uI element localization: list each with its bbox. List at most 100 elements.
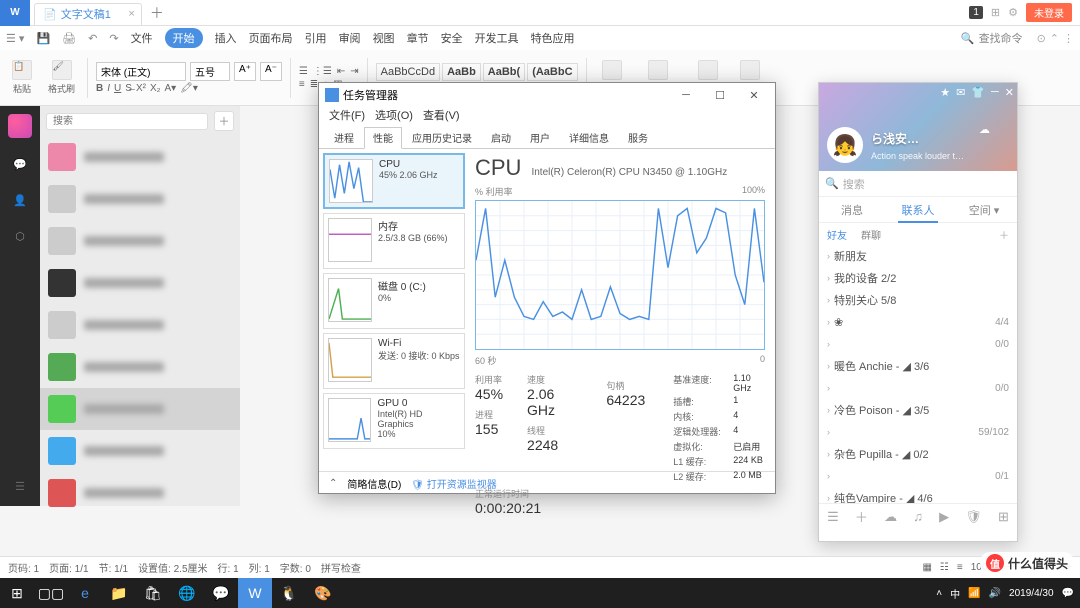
numbering-icon[interactable]: ⋮☰ <box>313 66 332 77</box>
highlight-icon[interactable]: 🖍▾ <box>180 83 198 94</box>
collapse-icon[interactable]: ⌃ <box>1050 32 1059 45</box>
dock-cube-icon[interactable]: ⬡ <box>10 226 30 246</box>
more-icon[interactable]: ⋮ <box>1063 32 1074 45</box>
italic-icon[interactable]: I <box>107 83 110 94</box>
help-icon[interactable]: ⊙ <box>1037 32 1046 45</box>
dock-contacts-icon[interactable]: 👤 <box>10 190 30 210</box>
qq-min-icon[interactable]: ─ <box>991 86 999 99</box>
qat-save-icon[interactable]: 💾 <box>36 32 50 45</box>
tm-side-内存[interactable]: 内存2.5/3.8 GB (66%) <box>323 213 465 269</box>
bold-icon[interactable]: B <box>96 83 103 94</box>
align-left-icon[interactable]: ≡ <box>299 79 305 90</box>
resource-monitor-link[interactable]: 🛡 打开资源监视器 <box>411 476 496 491</box>
status-section[interactable]: 节: 1/1 <box>99 560 128 575</box>
qq-nickname[interactable]: ら浅安… <box>871 130 919 147</box>
task-view-icon[interactable]: ▢▢ <box>34 578 68 608</box>
style-preview-1[interactable]: AaBb <box>442 63 481 81</box>
chat-search-input[interactable] <box>46 113 208 130</box>
menu-10[interactable]: 特色应用 <box>531 30 575 46</box>
qq-group[interactable]: ›纯色Vampire - ◢ 4/6 <box>819 487 1017 503</box>
qq-close-icon[interactable]: ✕ <box>1005 86 1014 99</box>
status-pos[interactable]: 设置值: 2.5厘米 <box>138 560 207 575</box>
add-tab-button[interactable]: ＋ <box>150 3 164 23</box>
view-outline-icon[interactable]: ≡ <box>957 562 963 573</box>
store-icon[interactable]: 🛍 <box>136 578 170 608</box>
notif-badge[interactable]: 1 <box>969 6 983 19</box>
menu-5[interactable]: 审阅 <box>339 30 361 46</box>
chat-item[interactable] <box>40 346 240 388</box>
qq-menu-icon[interactable]: ☰ <box>827 509 839 525</box>
indent-dec-icon[interactable]: ⇤ <box>337 66 345 77</box>
super-icon[interactable]: X² <box>136 83 146 94</box>
qq-add-icon[interactable]: ＋ <box>855 507 868 526</box>
menu-7[interactable]: 章节 <box>407 30 429 46</box>
chat-item[interactable] <box>40 178 240 220</box>
grow-font-icon[interactable]: A⁺ <box>234 62 256 81</box>
menu-dropdown-icon[interactable]: ☰ ▾ <box>6 32 24 45</box>
qq-group[interactable]: ›杂色 Pupilla - ◢ 0/2 <box>819 443 1017 465</box>
qq-tab-1[interactable]: 联系人 <box>885 197 951 222</box>
tray-up-icon[interactable]: ˄ <box>936 588 942 599</box>
dock-app-icon[interactable] <box>8 114 32 138</box>
tm-side-CPU[interactable]: CPU45% 2.06 GHz <box>323 153 465 209</box>
menu-2[interactable]: 插入 <box>215 30 237 46</box>
menu-0[interactable]: 文件 <box>131 30 153 46</box>
dock-menu-icon[interactable]: ☰ <box>10 476 30 496</box>
qq-group[interactable]: ›特别关心 5/8 <box>819 289 1017 311</box>
qq-mail-icon[interactable]: ✉ <box>956 86 965 99</box>
qq-group[interactable]: ›0/0 <box>819 377 1017 399</box>
qq-zone-icon[interactable]: ★ <box>940 86 950 99</box>
tm-side-Wi-Fi[interactable]: Wi-Fi发送: 0 接收: 0 Kbps <box>323 333 465 389</box>
qq-avatar[interactable]: 👧 <box>827 127 863 163</box>
qq-tab-0[interactable]: 消息 <box>819 197 885 222</box>
tm-tab-2[interactable]: 应用历史记录 <box>403 127 481 148</box>
weather-icon[interactable]: ☁ <box>979 123 1009 153</box>
font-color-icon[interactable]: A▾ <box>165 83 177 94</box>
tm-menu-1[interactable]: 选项(O) <box>371 107 417 127</box>
qq-group[interactable]: ›我的设备 2/2 <box>819 267 1017 289</box>
minimize-button[interactable]: ─ <box>671 85 701 105</box>
start-button[interactable]: ⊞ <box>0 578 34 608</box>
menu-6[interactable]: 视图 <box>373 30 395 46</box>
qq-app-icon[interactable]: ⊞ <box>998 509 1009 525</box>
tm-tab-3[interactable]: 启动 <box>482 127 520 148</box>
qq-taskbar-icon[interactable]: 🐧 <box>272 578 306 608</box>
close-tab-icon[interactable]: × <box>128 8 134 20</box>
font-size-select[interactable]: 五号 <box>190 62 230 81</box>
document-tab[interactable]: 📄 文字文稿1 × <box>34 3 142 25</box>
qat-undo-icon[interactable]: ↶ <box>88 32 97 45</box>
ime-icon[interactable]: 中 <box>950 586 960 601</box>
qq-add-group[interactable]: ＋ <box>999 227 1009 245</box>
status-chars[interactable]: 字数: 0 <box>280 560 311 575</box>
login-button[interactable]: 未登录 <box>1026 3 1072 22</box>
wechat-icon[interactable]: 💬 <box>204 578 238 608</box>
qq-sub-0[interactable]: 好友 <box>827 227 847 245</box>
view-print-icon[interactable]: ▦ <box>922 562 931 573</box>
qq-group[interactable]: ›❀4/4 <box>819 311 1017 333</box>
shrink-font-icon[interactable]: A⁻ <box>260 62 282 81</box>
status-pages[interactable]: 页面: 1/1 <box>49 560 88 575</box>
tm-tab-1[interactable]: 性能 <box>364 127 402 149</box>
settings-icon[interactable]: ⚙ <box>1008 6 1018 19</box>
tm-tab-0[interactable]: 进程 <box>325 127 363 148</box>
bullets-icon[interactable]: ☰ <box>299 66 308 77</box>
qq-skin-icon[interactable]: 👕 <box>971 86 985 99</box>
align-center-icon[interactable]: ≣ <box>310 79 318 90</box>
tm-tab-4[interactable]: 用户 <box>521 127 559 148</box>
fewer-details-button[interactable]: 简略信息(D) <box>347 476 401 491</box>
menu-4[interactable]: 引用 <box>305 30 327 46</box>
underline-icon[interactable]: U <box>114 83 121 94</box>
qq-sub-1[interactable]: 群聊 <box>861 227 881 245</box>
skin-icon[interactable]: ⊞ <box>991 6 1000 19</box>
tm-menu-0[interactable]: 文件(F) <box>325 107 369 127</box>
chat-item[interactable] <box>40 304 240 346</box>
qat-print-icon[interactable]: 🖨 <box>62 32 76 45</box>
maximize-button[interactable]: ☐ <box>705 85 735 105</box>
explorer-icon[interactable]: 📁 <box>102 578 136 608</box>
paste-group[interactable]: 📋 粘贴 <box>8 60 36 95</box>
font-name-select[interactable]: 宋体 (正文) <box>96 62 186 81</box>
network-icon[interactable]: 📶 <box>968 588 980 599</box>
collapse-arrow-icon[interactable]: ⌃ <box>329 478 337 489</box>
style-preview-2[interactable]: AaBb( <box>483 63 525 81</box>
tm-tab-5[interactable]: 详细信息 <box>560 127 618 148</box>
